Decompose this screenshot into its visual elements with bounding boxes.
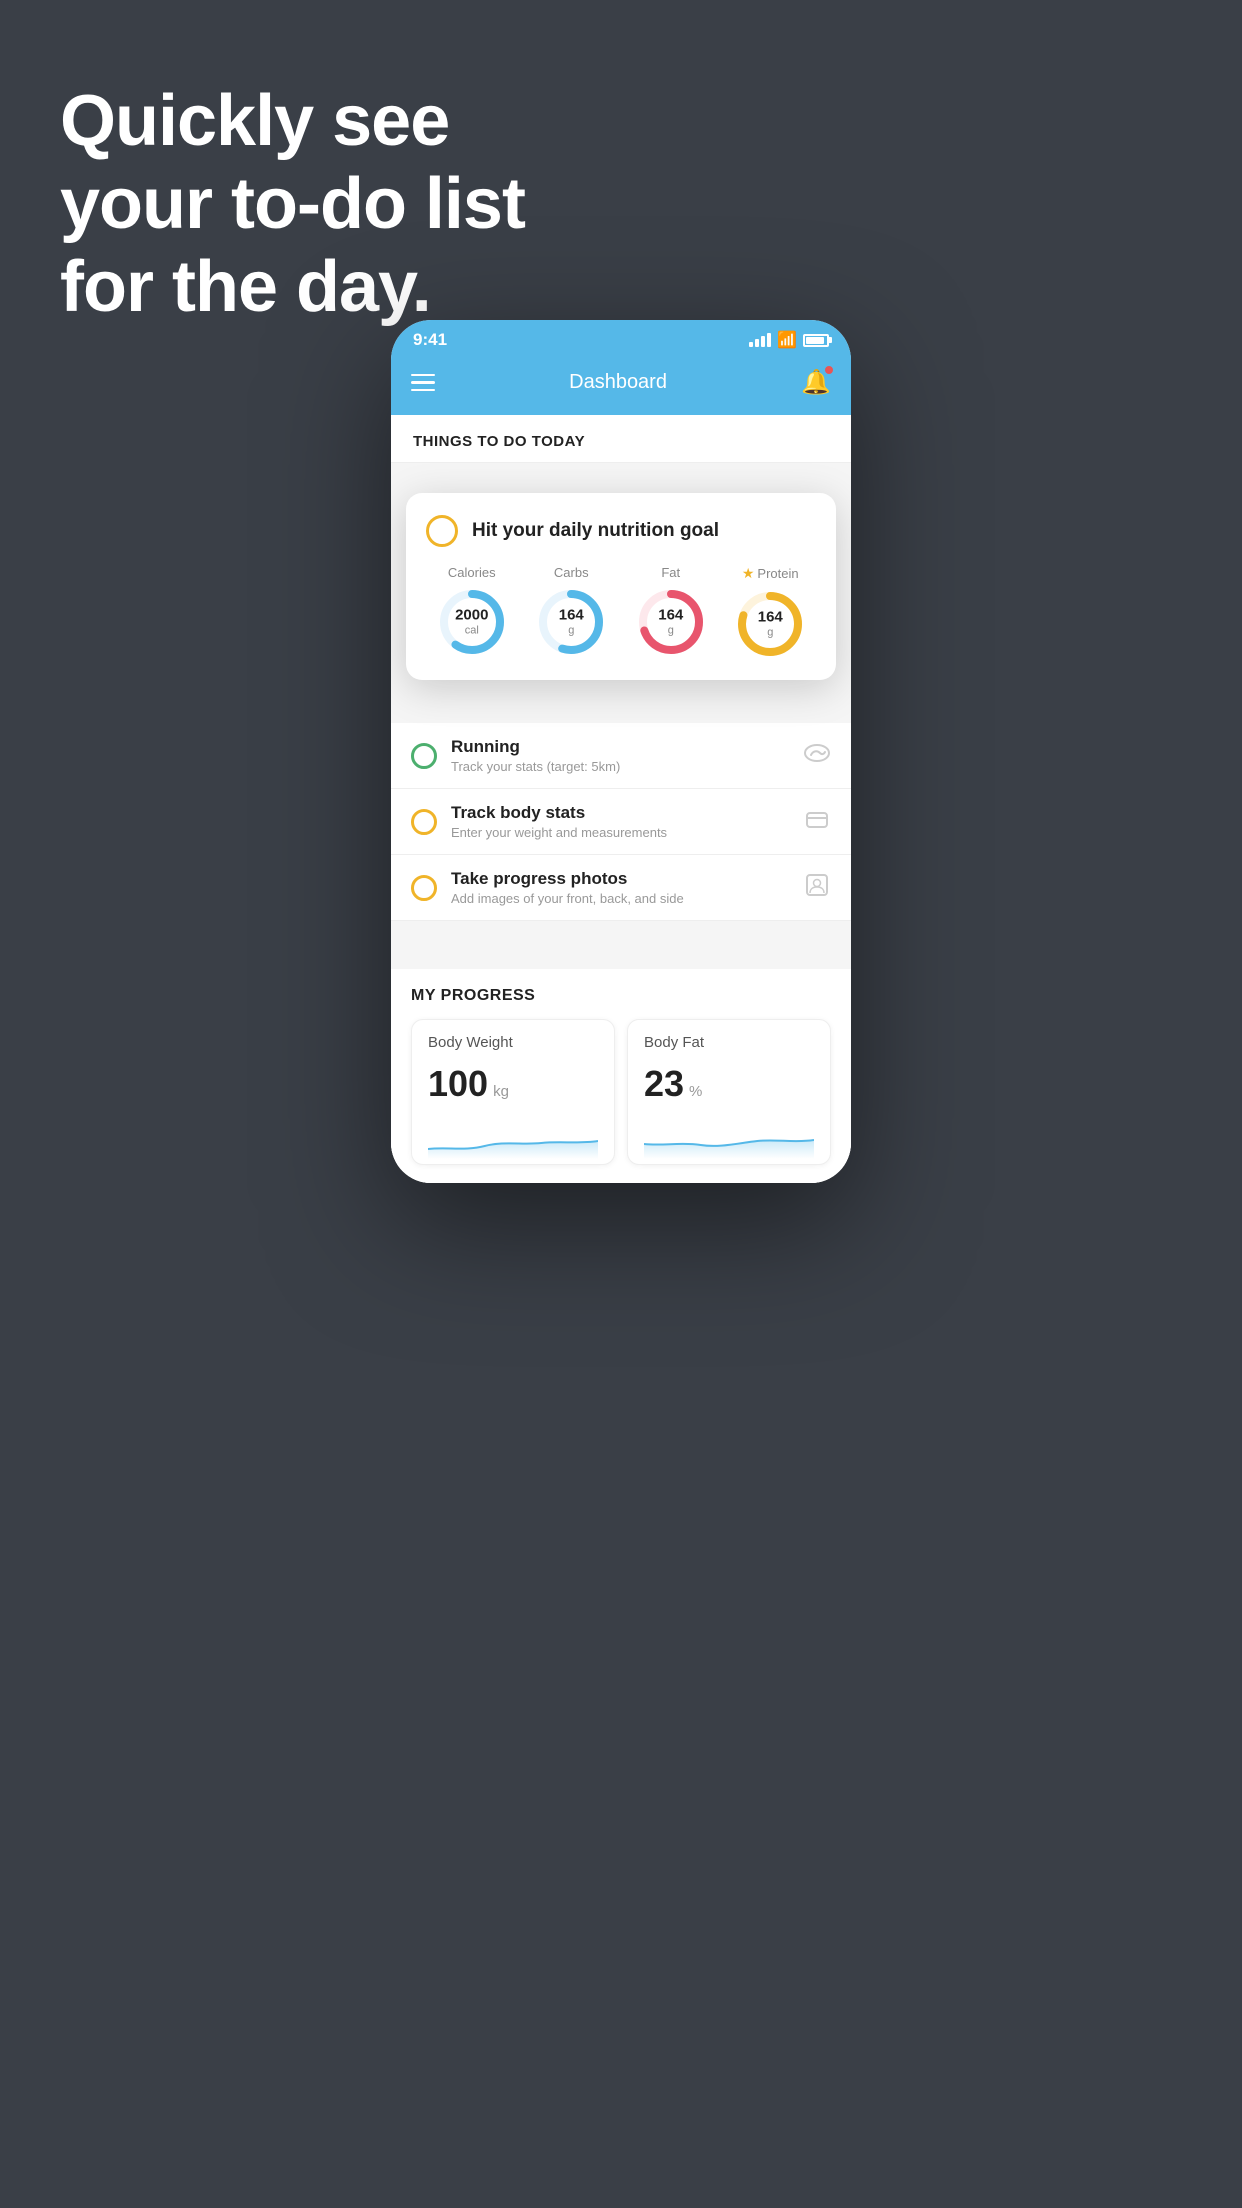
- status-bar: 9:41 📶: [391, 320, 851, 356]
- progress-card-weight: Body Weight 100 kg: [411, 1019, 615, 1165]
- body-weight-label: Body Weight: [428, 1034, 598, 1051]
- body-fat-value: 23: [644, 1063, 684, 1105]
- task-circle-nutrition: [426, 515, 458, 547]
- progress-section-title: MY PROGRESS: [411, 987, 831, 1005]
- fat-sparkline: [644, 1119, 814, 1159]
- todo-title-photos: Take progress photos: [451, 869, 789, 889]
- body-fat-label: Body Fat: [644, 1034, 814, 1051]
- progress-cards: Body Weight 100 kg: [411, 1019, 831, 1165]
- wifi-icon: 📶: [777, 330, 797, 350]
- phone-frame: 9:41 📶 Dashboard 🔔: [391, 320, 851, 1183]
- scale-icon: [803, 805, 831, 839]
- todo-subtitle-photos: Add images of your front, back, and side: [451, 891, 789, 906]
- body-weight-value: 100: [428, 1063, 488, 1105]
- nutrition-card-title: Hit your daily nutrition goal: [472, 520, 719, 542]
- nutrition-calories: Calories 2000 cal: [436, 565, 508, 660]
- body-weight-unit: kg: [493, 1083, 509, 1100]
- todo-item-photos[interactable]: Take progress photos Add images of your …: [391, 855, 851, 921]
- todo-title-body-stats: Track body stats: [451, 803, 789, 823]
- status-time: 9:41: [413, 330, 447, 350]
- hero-text: Quickly see your to-do list for the day.: [60, 80, 525, 328]
- body-fat-unit: %: [689, 1083, 702, 1100]
- todo-item-running[interactable]: Running Track your stats (target: 5km): [391, 723, 851, 789]
- todo-circle-body-stats: [411, 809, 437, 835]
- progress-section: MY PROGRESS Body Weight 100 kg: [391, 969, 851, 1183]
- notification-badge: [824, 365, 834, 375]
- nutrition-fat: Fat 164 g: [635, 565, 707, 660]
- calories-donut: 2000 cal: [436, 586, 508, 658]
- todo-subtitle-body-stats: Enter your weight and measurements: [451, 825, 789, 840]
- nutrition-goals: Calories 2000 cal: [426, 565, 816, 660]
- progress-card-fat: Body Fat 23 %: [627, 1019, 831, 1165]
- things-to-do-header: THINGS TO DO TODAY: [391, 415, 851, 463]
- todo-circle-photos: [411, 875, 437, 901]
- signal-icon: [749, 333, 771, 347]
- weight-sparkline: [428, 1119, 598, 1159]
- content-area: THINGS TO DO TODAY Hit your daily nutrit…: [391, 415, 851, 1183]
- status-icons: 📶: [749, 330, 829, 350]
- spacer: [391, 921, 851, 957]
- header-title: Dashboard: [569, 371, 667, 394]
- todo-list: Running Track your stats (target: 5km) T…: [391, 723, 851, 921]
- notification-button[interactable]: 🔔: [801, 368, 831, 397]
- todo-subtitle-running: Track your stats (target: 5km): [451, 759, 789, 774]
- battery-icon: [803, 334, 829, 347]
- running-icon: [803, 739, 831, 773]
- menu-button[interactable]: [411, 374, 435, 392]
- todo-circle-running: [411, 743, 437, 769]
- todo-title-running: Running: [451, 737, 789, 757]
- nutrition-carbs: Carbs 164 g: [535, 565, 607, 660]
- app-header: Dashboard 🔔: [391, 356, 851, 415]
- nutrition-card: Hit your daily nutrition goal Calories: [406, 493, 836, 680]
- carbs-donut: 164 g: [535, 586, 607, 658]
- protein-donut: 164 g: [734, 588, 806, 660]
- todo-item-body-stats[interactable]: Track body stats Enter your weight and m…: [391, 789, 851, 855]
- person-icon: [803, 871, 831, 905]
- fat-donut: 164 g: [635, 586, 707, 658]
- nutrition-protein: ★ Protein 164 g: [734, 565, 806, 660]
- star-icon: ★: [742, 565, 755, 582]
